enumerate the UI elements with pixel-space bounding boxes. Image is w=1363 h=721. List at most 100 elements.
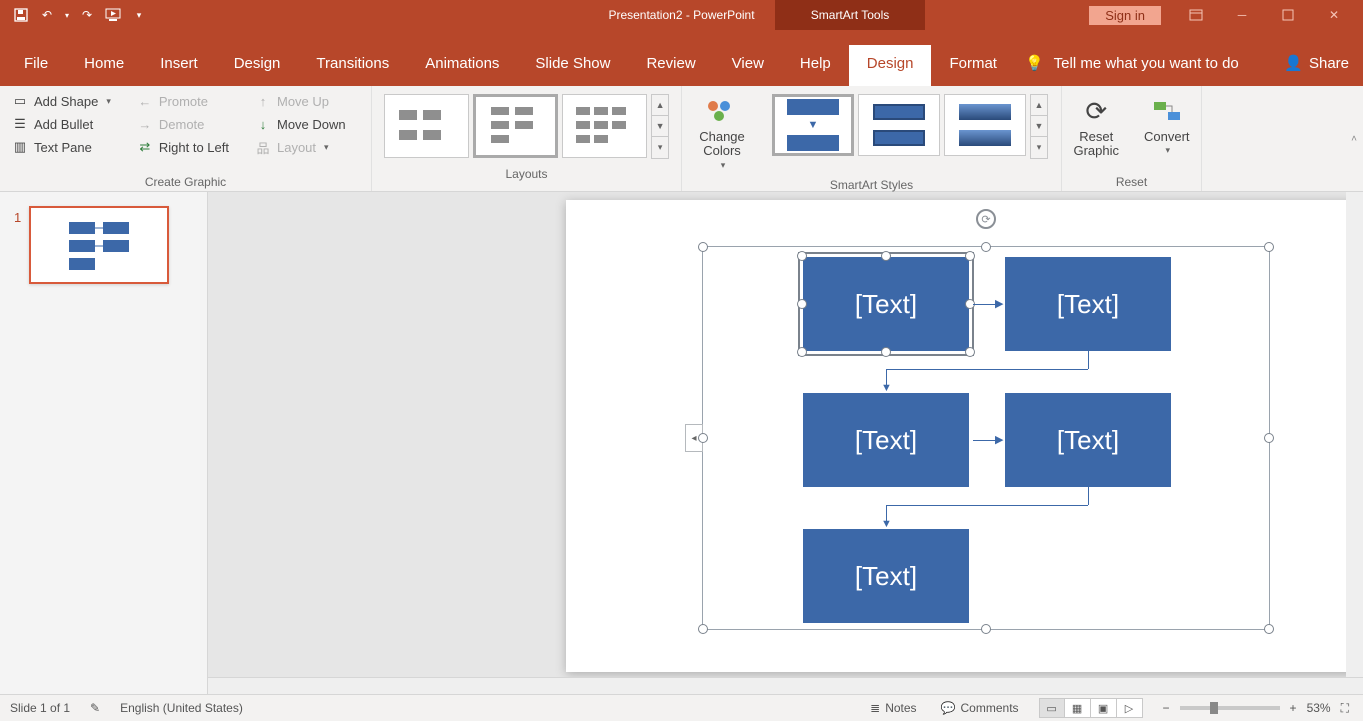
vertical-scrollbar[interactable] [1346,192,1363,694]
language-indicator[interactable]: English (United States) [120,701,243,715]
normal-view-button[interactable]: ▭ [1039,698,1065,718]
node-handle[interactable] [797,251,807,261]
connector [886,505,1088,506]
tab-insert[interactable]: Insert [142,45,216,86]
reset-graphic-button[interactable]: ⟳ Reset Graphic [1070,90,1123,171]
styles-more[interactable]: ▾ [1031,137,1047,158]
save-icon[interactable] [10,4,32,26]
convert-icon [1150,94,1184,128]
fit-to-window-button[interactable]: ⛶ [1337,701,1353,716]
style-thumb-1-selected[interactable]: ▼ [772,94,854,156]
tab-smartart-format[interactable]: Format [931,45,1015,86]
zoom-slider-thumb[interactable] [1210,702,1218,714]
spellcheck-icon[interactable]: ✎ [86,701,104,715]
arrow-down-icon: ↓ [255,116,271,132]
zoom-level[interactable]: 53% [1307,701,1331,715]
slide-canvas[interactable]: ⟳ ◂ [Text] [208,192,1363,694]
horizontal-scrollbar[interactable] [208,677,1363,694]
slide-thumb-1[interactable] [29,206,169,284]
smartart-node-1[interactable]: [Text] [803,257,969,351]
convert-button[interactable]: Convert▾ [1141,90,1194,171]
reading-view-button[interactable]: ▣ [1091,698,1117,718]
move-up-button[interactable]: ↑Move Up [251,92,350,110]
move-down-button[interactable]: ↓Move Down [251,115,350,133]
node-handle[interactable] [797,299,807,309]
maximize-icon[interactable] [1265,0,1311,30]
tab-view[interactable]: View [714,45,782,86]
tab-review[interactable]: Review [628,45,713,86]
slide[interactable]: ⟳ ◂ [Text] [566,200,1363,672]
customize-qat-caret[interactable]: ▾ [128,4,150,26]
styles-scroll-down[interactable]: ▼ [1031,116,1047,137]
node-handle[interactable] [881,347,891,357]
layout-thumb-2-selected[interactable] [473,94,558,158]
zoom-slider[interactable] [1180,706,1280,710]
node-handle[interactable] [881,251,891,261]
sign-in-button[interactable]: Sign in [1089,6,1161,25]
slideshow-view-button[interactable]: ▷ [1117,698,1143,718]
tab-design[interactable]: Design [216,45,299,86]
resize-handle-ne[interactable] [1264,242,1274,252]
collapse-ribbon-icon[interactable]: ˄ [1351,133,1357,144]
add-shape-icon: ▭ [12,93,28,109]
smartart-container[interactable]: ⟳ ◂ [Text] [702,246,1270,630]
tab-smartart-design[interactable]: Design [849,45,932,86]
undo-icon[interactable]: ↶ [36,4,58,26]
layouts-more[interactable]: ▾ [652,137,668,158]
comments-button[interactable]: 💬Comments [937,701,1023,715]
slide-thumbnails-panel[interactable]: 1 [0,192,208,694]
tab-home[interactable]: Home [66,45,142,86]
notes-button[interactable]: ≣Notes [866,701,920,715]
rotate-handle[interactable]: ⟳ [976,209,996,229]
resize-handle-se[interactable] [1264,624,1274,634]
smartart-node-5[interactable]: [Text] [803,529,969,623]
promote-button[interactable]: ←Promote [133,92,233,110]
tab-animations[interactable]: Animations [407,45,517,86]
style-thumb-2[interactable] [858,94,940,156]
zoom-in-button[interactable]: + [1286,701,1301,715]
smartart-node-4[interactable]: [Text] [1005,393,1171,487]
start-from-beginning-icon[interactable] [102,4,124,26]
node-handle[interactable] [965,251,975,261]
right-to-left-button[interactable]: ⇄Right to Left [133,138,233,156]
layouts-scroll-down[interactable]: ▼ [652,116,668,137]
ribbon-display-options-icon[interactable] [1173,0,1219,30]
thumb-number: 1 [14,206,21,284]
resize-handle-n[interactable] [981,242,991,252]
layout-thumb-3[interactable] [562,94,647,158]
node-handle[interactable] [965,347,975,357]
node-handle[interactable] [797,347,807,357]
smartart-node-3[interactable]: [Text] [803,393,969,487]
redo-icon[interactable]: ↷ [76,4,98,26]
textpane-icon: ▥ [12,139,28,155]
layouts-scroll-up[interactable]: ▲ [652,95,668,116]
slide-indicator[interactable]: Slide 1 of 1 [10,701,70,715]
zoom-out-button[interactable]: − [1159,701,1174,715]
share-icon: 👤 [1284,54,1303,72]
tab-transitions[interactable]: Transitions [298,45,407,86]
smartart-node-2[interactable]: [Text] [1005,257,1171,351]
undo-menu-caret[interactable]: ▾ [62,4,72,26]
layout-button[interactable]: 品Layout▾ [251,138,350,156]
add-shape-button[interactable]: ▭Add Shape▾ [8,92,115,110]
styles-scroll-up[interactable]: ▲ [1031,95,1047,116]
resize-handle-sw[interactable] [698,624,708,634]
tab-help[interactable]: Help [782,45,849,86]
resize-handle-s[interactable] [981,624,991,634]
resize-handle-nw[interactable] [698,242,708,252]
slide-sorter-view-button[interactable]: ▦ [1065,698,1091,718]
add-bullet-button[interactable]: ☰Add Bullet [8,115,115,133]
demote-button[interactable]: →Demote [133,115,233,133]
resize-handle-w[interactable] [698,433,708,443]
share-button[interactable]: 👤 Share [1284,54,1349,72]
change-colors-button[interactable]: Change Colors▾ [690,90,754,174]
style-thumb-3[interactable] [944,94,1026,156]
tab-file[interactable]: File [0,45,66,86]
tab-slideshow[interactable]: Slide Show [517,45,628,86]
close-icon[interactable]: ✕ [1311,0,1357,30]
minimize-icon[interactable]: ─ [1219,0,1265,30]
layout-thumb-1[interactable] [384,94,469,158]
tell-me-search[interactable]: 💡 Tell me what you want to do [1015,44,1257,86]
text-pane-button[interactable]: ▥Text Pane [8,138,115,156]
resize-handle-e[interactable] [1264,433,1274,443]
